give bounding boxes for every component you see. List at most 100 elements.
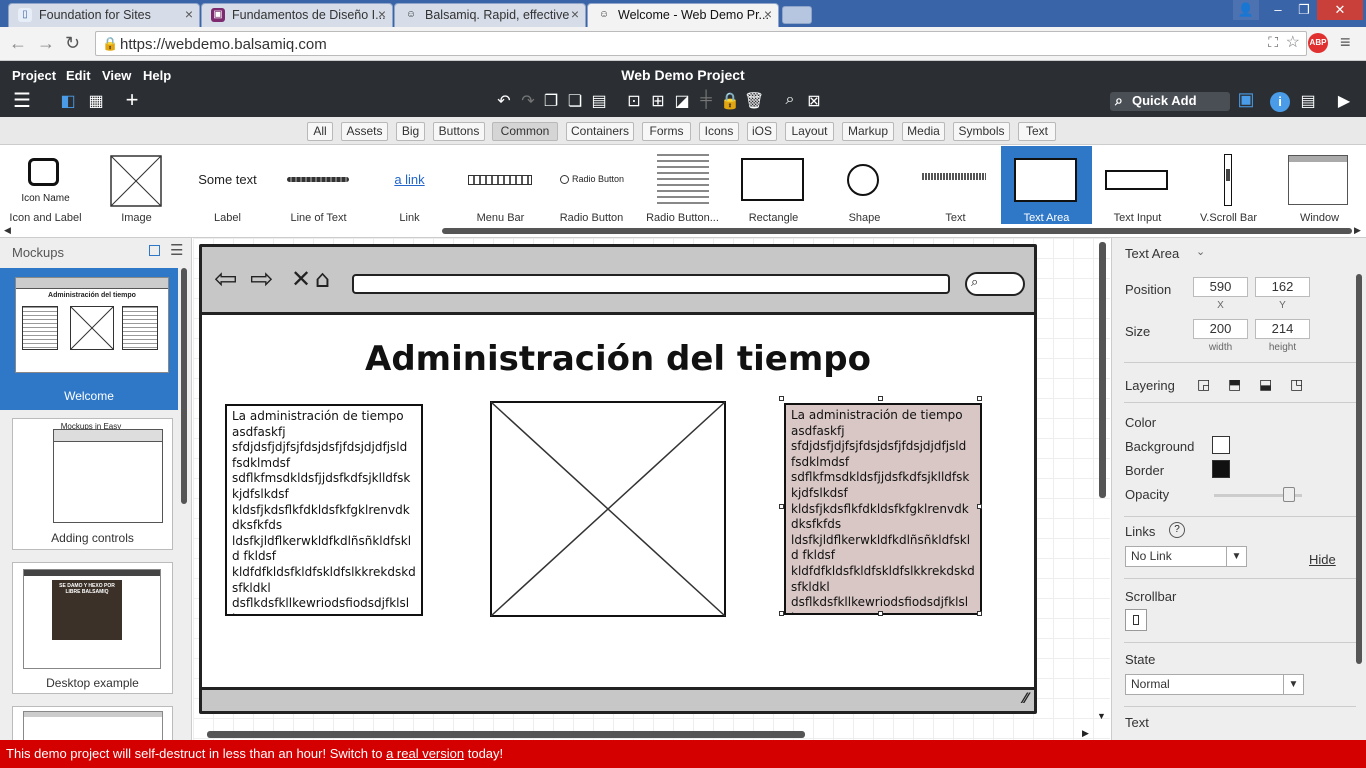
quick-add-input[interactable]: ⌕ Quick Add xyxy=(1110,92,1230,111)
state-select[interactable]: Normal ▼ xyxy=(1125,674,1304,695)
send-to-back-icon[interactable]: ◳ xyxy=(1290,376,1303,393)
thumbnail-view-icon[interactable] xyxy=(149,245,160,256)
copy-icon[interactable]: ❐ xyxy=(541,91,561,111)
library-item-text-area[interactable]: Text Area xyxy=(1001,146,1092,224)
library-item-rectangle[interactable]: Rectangle xyxy=(728,146,819,224)
delete-icon[interactable]: 🗑 xyxy=(744,91,764,111)
tab-fundamentos[interactable]: ▣ Fundamentos de Diseño I... × xyxy=(201,3,393,27)
send-backward-icon[interactable]: ⬓ xyxy=(1259,376,1272,393)
library-item-menu-bar[interactable]: Menu Bar xyxy=(455,146,546,224)
filter-layout[interactable]: Layout xyxy=(785,122,834,141)
library-item-text[interactable]: Text xyxy=(910,146,1001,224)
search-icon[interactable]: ⌕ xyxy=(780,91,800,109)
library-scrollbar[interactable] xyxy=(442,228,1352,234)
real-version-link[interactable]: a real version xyxy=(386,746,464,761)
filter-containers[interactable]: Containers xyxy=(566,122,634,141)
grid-view-icon[interactable]: ▦ xyxy=(86,91,106,111)
translate-icon[interactable]: ⛶ xyxy=(1268,34,1278,51)
info-icon[interactable]: i xyxy=(1270,92,1290,112)
close-window-icon[interactable]: ✕ xyxy=(1317,0,1363,20)
mockups-scrollbar[interactable] xyxy=(181,268,187,504)
library-item-image[interactable]: Image xyxy=(91,146,182,224)
restore-icon[interactable]: ❐ xyxy=(1291,0,1317,20)
tab-welcome[interactable]: ☺ Welcome - Web Demo Pr... × xyxy=(587,3,779,27)
opacity-slider-thumb[interactable] xyxy=(1282,487,1295,502)
library-item-link[interactable]: a link Link xyxy=(364,146,455,224)
filter-big[interactable]: Big xyxy=(396,122,425,141)
list-view-icon[interactable]: ☰ xyxy=(170,241,183,259)
filter-all[interactable]: All xyxy=(307,122,333,141)
link-select[interactable]: No Link ▼ xyxy=(1125,546,1247,567)
ui-library-icon[interactable]: ▣ xyxy=(1236,89,1256,110)
text-area-left[interactable]: La administración de tiempo asdfaskfj sf… xyxy=(225,404,423,616)
presentation-icon[interactable]: ▶ xyxy=(1334,91,1354,111)
url-field[interactable]: 🔒 https://webdemo.balsamiq.com ⛶ ☆ xyxy=(95,31,1307,56)
reload-icon[interactable]: ↻ xyxy=(65,33,80,54)
library-item-window[interactable]: Window xyxy=(1274,146,1365,224)
redo-icon[interactable]: ↷ xyxy=(518,91,538,111)
user-icon[interactable]: 👤 xyxy=(1233,0,1259,20)
panel-view-icon[interactable]: ◧ xyxy=(58,91,78,111)
lock-icon[interactable]: 🔒 xyxy=(720,91,740,111)
properties-scrollbar[interactable] xyxy=(1356,274,1362,664)
help-icon[interactable]: ? xyxy=(1169,522,1185,538)
hide-links-link[interactable]: Hide xyxy=(1309,552,1336,567)
tab-balsamiq[interactable]: ☺ Balsamiq. Rapid, effective × xyxy=(394,3,586,27)
forward-icon[interactable]: → xyxy=(37,33,55,54)
library-item-line-of-text[interactable]: Line of Text xyxy=(273,146,364,224)
hamburger-menu-icon[interactable]: ☰ xyxy=(12,88,32,113)
minimize-icon[interactable]: – xyxy=(1265,0,1291,20)
mockup-thumbnail-desktop-example[interactable]: SE DAMO Y HEXO POR LIBRE BALSAMIQ Deskto… xyxy=(12,562,173,694)
add-mockup-icon[interactable]: + xyxy=(122,87,142,113)
filter-forms[interactable]: Forms xyxy=(642,122,691,141)
paste-icon[interactable]: ❏ xyxy=(565,91,585,111)
filter-ios[interactable]: iOS xyxy=(747,122,777,141)
selection-handle[interactable] xyxy=(779,611,784,616)
close-icon[interactable]: × xyxy=(571,6,579,22)
scroll-left-icon[interactable]: ◀ xyxy=(4,225,11,236)
undo-icon[interactable]: ↶ xyxy=(494,91,514,111)
scroll-right-icon[interactable]: ▶ xyxy=(1082,728,1089,739)
selection-handle[interactable] xyxy=(779,504,784,509)
arrange-icon[interactable]: ◪ xyxy=(672,91,692,111)
selection-handle[interactable] xyxy=(977,504,982,509)
canvas-v-scrollbar[interactable] xyxy=(1099,242,1106,498)
filter-media[interactable]: Media xyxy=(902,122,945,141)
ungroup-icon[interactable]: ⊞ xyxy=(648,91,668,111)
selection-handle[interactable] xyxy=(878,396,883,401)
group-icon[interactable]: ⊡ xyxy=(624,91,644,111)
list-icon[interactable]: ▤ xyxy=(1298,91,1318,111)
editing-canvas[interactable]: ⇦ ⇨ ✕ ⌂ ⌕ Administración del tiempo La a… xyxy=(193,238,1110,740)
align-icon[interactable]: ╪ xyxy=(696,91,716,109)
canvas-h-scrollbar[interactable] xyxy=(207,731,805,738)
mockup-thumbnail-adding-controls[interactable]: Mockups in Easy Adding controls xyxy=(12,418,173,550)
scroll-down-icon[interactable]: ▼ xyxy=(1097,711,1106,721)
library-item-radio-group[interactable]: Radio Button... xyxy=(637,146,728,224)
tab-foundation[interactable]: ▯ Foundation for Sites × xyxy=(8,3,200,27)
position-x-field[interactable]: 590 xyxy=(1193,277,1248,297)
bookmark-star-icon[interactable]: ☆ xyxy=(1286,32,1300,52)
close-icon[interactable]: × xyxy=(185,6,193,22)
filter-icons[interactable]: Icons xyxy=(699,122,739,141)
close-icon[interactable]: × xyxy=(378,6,386,22)
filter-buttons[interactable]: Buttons xyxy=(433,122,485,141)
bring-forward-icon[interactable]: ⬒ xyxy=(1228,376,1241,393)
new-tab-button[interactable] xyxy=(782,6,812,24)
border-color-swatch[interactable] xyxy=(1212,460,1230,478)
filter-common[interactable]: Common xyxy=(492,122,558,141)
chrome-menu-icon[interactable]: ≡ xyxy=(1340,32,1351,53)
adblock-icon[interactable]: ABP xyxy=(1308,33,1328,53)
scroll-right-icon[interactable]: ▶ xyxy=(1354,225,1361,236)
library-item-v-scroll-bar[interactable]: V.Scroll Bar xyxy=(1183,146,1274,224)
background-color-swatch[interactable] xyxy=(1212,436,1230,454)
back-icon[interactable]: ← xyxy=(9,33,27,54)
library-item-label[interactable]: Some text Label xyxy=(182,146,273,224)
selection-handle[interactable] xyxy=(977,611,982,616)
library-item-shape[interactable]: Shape xyxy=(819,146,910,224)
image-placeholder[interactable] xyxy=(490,401,726,617)
width-field[interactable]: 200 xyxy=(1193,319,1248,339)
library-item-icon-and-label[interactable]: Icon Name Icon and Label xyxy=(0,146,91,224)
filter-text[interactable]: Text xyxy=(1018,122,1056,141)
bring-to-front-icon[interactable]: ◲ xyxy=(1197,376,1210,393)
filter-assets[interactable]: Assets xyxy=(341,122,388,141)
